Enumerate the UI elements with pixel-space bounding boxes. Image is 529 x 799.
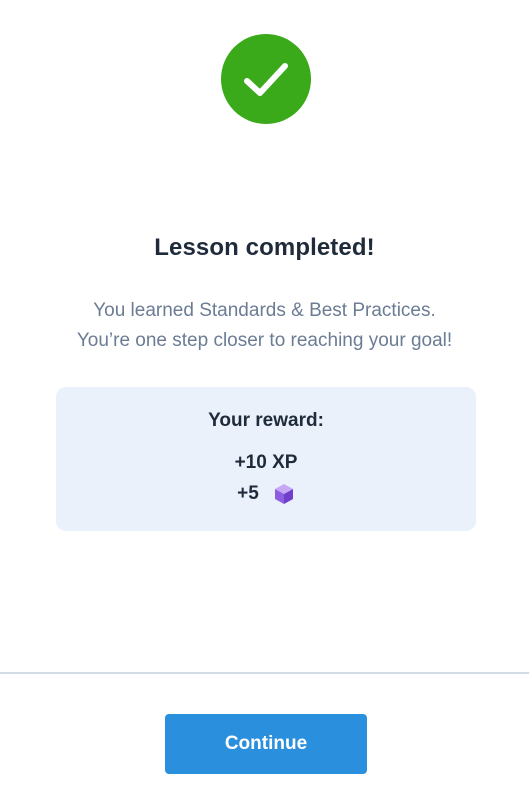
reward-gems: +5 <box>56 483 476 505</box>
footer-divider <box>0 672 529 674</box>
lesson-complete-screen: Lesson completed! You learned Standards … <box>0 0 529 799</box>
reward-title: Your reward: <box>208 410 324 431</box>
subtitle-line-2: You’re one step closer to reaching your … <box>76 330 453 351</box>
gem-cube-icon <box>274 484 293 504</box>
reward-panel: Your reward: +10 XP +5 <box>56 387 476 531</box>
checkmark-icon <box>244 63 288 96</box>
reward-gems-value: +5 <box>237 483 259 504</box>
subtitle-line-1: You learned Standards & Best Practices. <box>93 300 436 321</box>
success-badge <box>221 34 311 124</box>
continue-button[interactable]: Continue <box>165 714 367 774</box>
reward-xp: +10 XP <box>234 452 298 473</box>
page-title: Lesson completed! <box>154 234 375 261</box>
